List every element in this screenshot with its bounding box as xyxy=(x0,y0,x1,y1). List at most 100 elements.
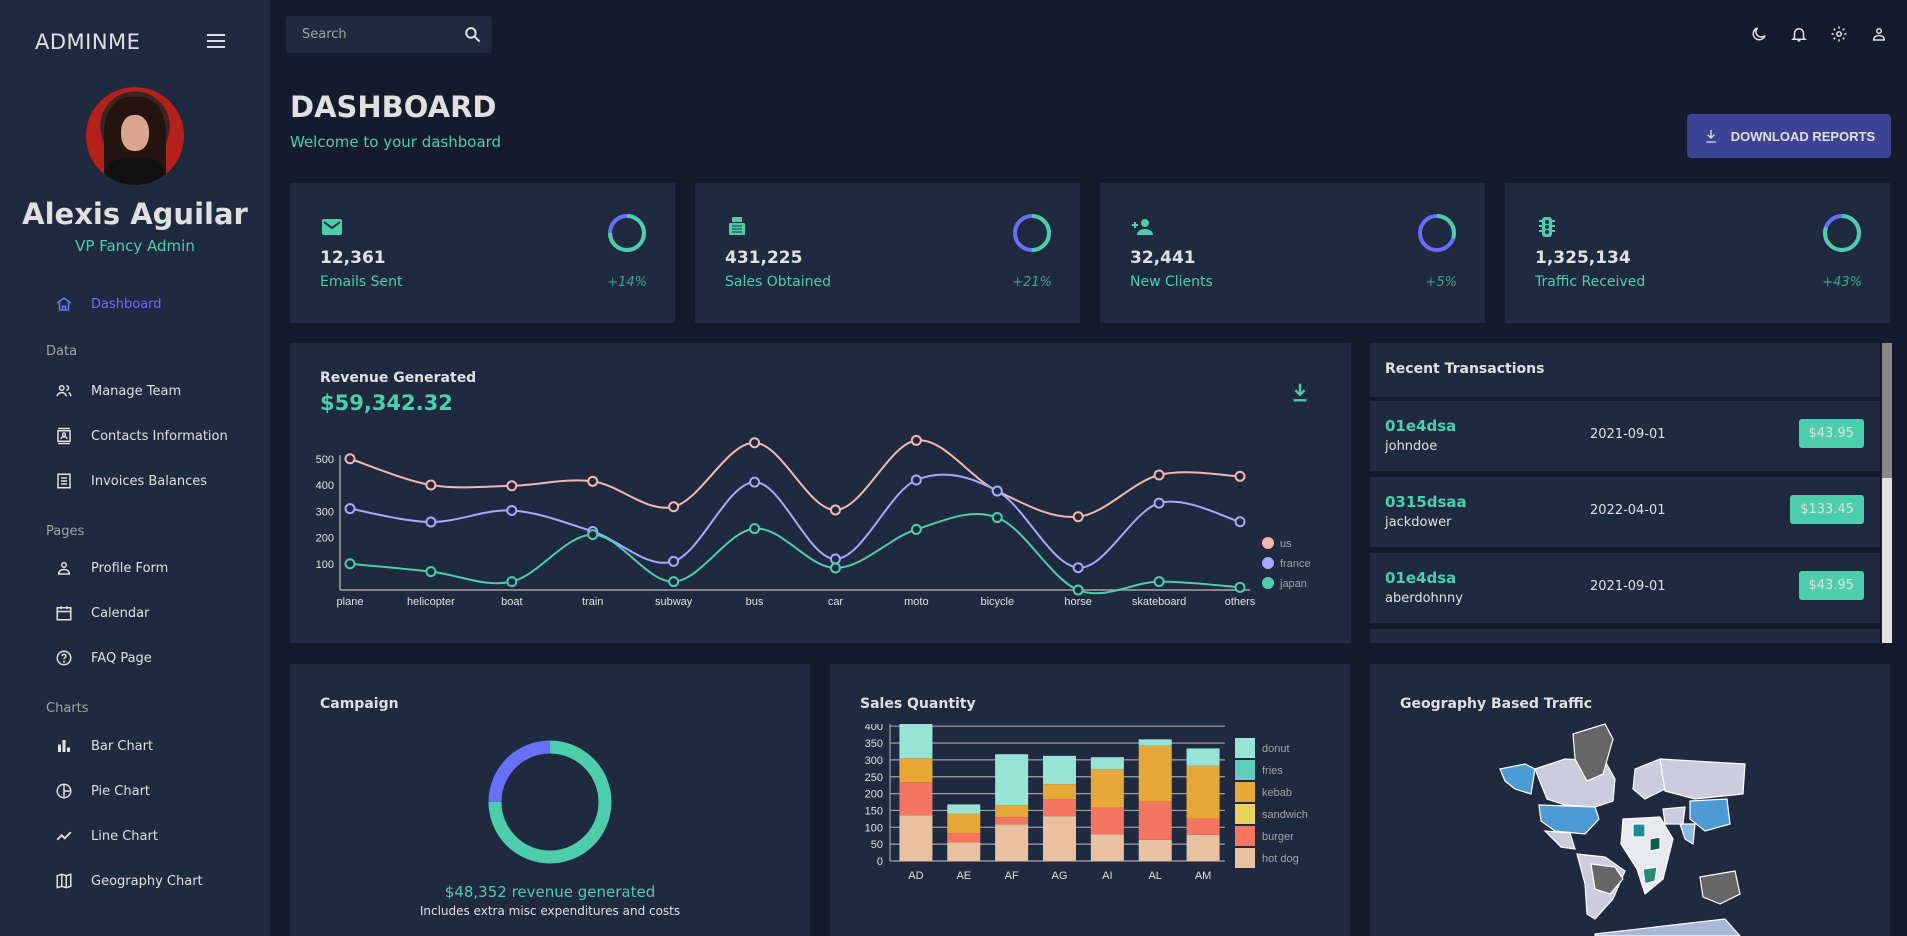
data-point-us[interactable] xyxy=(344,453,356,465)
data-point-japan[interactable] xyxy=(991,512,1003,524)
bar-donut[interactable] xyxy=(1090,757,1124,770)
data-point-france[interactable] xyxy=(910,474,922,486)
bar-donut[interactable] xyxy=(1138,739,1172,746)
geo-title: Geography Based Traffic xyxy=(1400,696,1593,712)
profile-icon[interactable] xyxy=(1867,22,1891,46)
download-reports-button[interactable]: DOWNLOAD REPORTS xyxy=(1687,114,1891,158)
menu-toggle-icon[interactable] xyxy=(207,34,225,48)
data-point-france[interactable] xyxy=(829,553,841,565)
bar-kebab[interactable] xyxy=(947,813,981,834)
data-point-us[interactable] xyxy=(668,501,680,513)
sidebar-item-profile-form[interactable]: Profile Form xyxy=(55,556,255,580)
sidebar-item-label: Calendar xyxy=(91,605,150,621)
search-input[interactable] xyxy=(286,16,456,53)
page-title: DASHBOARD xyxy=(290,90,497,124)
bar-kebab[interactable] xyxy=(1042,784,1077,800)
data-point-france[interactable] xyxy=(506,504,518,516)
bar-burger[interactable] xyxy=(1042,799,1077,817)
sidebar-item-bar-chart[interactable]: Bar Chart xyxy=(55,734,255,758)
bar-kebab[interactable] xyxy=(995,805,1029,818)
data-point-france[interactable] xyxy=(668,555,680,567)
data-point-france[interactable] xyxy=(1234,516,1246,528)
bar-burger[interactable] xyxy=(1090,807,1124,835)
transaction-row: 01e4dsa aberdohnny 2021-09-01 $43.95 xyxy=(1370,553,1880,623)
bar-burger[interactable] xyxy=(899,782,933,816)
bar-hot-dog[interactable] xyxy=(995,824,1029,861)
bar-donut[interactable] xyxy=(1186,748,1220,766)
data-point-japan[interactable] xyxy=(668,576,680,588)
bar-hot-dog[interactable] xyxy=(947,842,981,861)
transaction-id: 01e4dsa xyxy=(1385,417,1457,435)
sidebar-item-line-chart[interactable]: Line Chart xyxy=(55,824,255,848)
point-of-sale-icon xyxy=(725,215,749,239)
download-icon xyxy=(1706,130,1716,143)
y-tick-label: 100 xyxy=(316,559,334,571)
bar-hot-dog[interactable] xyxy=(1090,834,1124,861)
data-point-france[interactable] xyxy=(344,503,356,515)
data-point-japan[interactable] xyxy=(1234,581,1246,593)
data-point-france[interactable] xyxy=(1072,562,1084,574)
sidebar-item-manage-team[interactable]: Manage Team xyxy=(55,379,255,403)
bar-donut[interactable] xyxy=(995,754,1029,806)
bar-donut[interactable] xyxy=(947,804,981,814)
data-point-japan[interactable] xyxy=(1072,584,1084,596)
bar-burger[interactable] xyxy=(1138,801,1172,840)
revenue-line-chart: 100 200 300 400 500 plane helicopter boat train s… xyxy=(316,434,1311,608)
sidebar-item-calendar[interactable]: Calendar xyxy=(55,601,255,625)
data-point-us[interactable] xyxy=(910,434,922,446)
legend-swatch xyxy=(1235,804,1255,824)
data-point-japan[interactable] xyxy=(910,523,922,535)
y-tick-label: 300 xyxy=(865,755,883,767)
download-revenue-icon[interactable] xyxy=(1289,381,1311,403)
bar-hot-dog[interactable] xyxy=(899,815,933,861)
scrollbar-thumb[interactable] xyxy=(1882,343,1892,478)
data-point-japan[interactable] xyxy=(506,576,518,588)
data-point-us[interactable] xyxy=(425,479,437,491)
data-point-us[interactable] xyxy=(587,475,599,487)
data-point-france[interactable] xyxy=(1153,497,1165,509)
data-point-japan[interactable] xyxy=(829,562,841,574)
legend-label: us xyxy=(1280,538,1292,550)
data-point-us[interactable] xyxy=(1153,469,1165,481)
line-series-japan xyxy=(349,513,1241,595)
sidebar-item-dashboard[interactable]: Dashboard xyxy=(55,292,255,316)
dark-mode-icon[interactable] xyxy=(1747,22,1771,46)
bar-kebab[interactable] xyxy=(1090,769,1124,808)
bar-hot-dog[interactable] xyxy=(1042,816,1077,861)
data-point-france[interactable] xyxy=(991,485,1003,497)
data-point-japan[interactable] xyxy=(587,529,599,541)
data-point-japan[interactable] xyxy=(344,558,356,570)
bar-burger[interactable] xyxy=(995,817,1029,825)
sidebar-item-contacts[interactable]: Contacts Information xyxy=(55,424,255,448)
data-point-us[interactable] xyxy=(506,480,518,492)
bar-kebab[interactable] xyxy=(1186,765,1220,819)
search-icon[interactable] xyxy=(463,25,482,44)
data-point-japan[interactable] xyxy=(425,566,437,578)
data-point-us[interactable] xyxy=(1234,470,1246,482)
data-point-france[interactable] xyxy=(425,516,437,528)
data-point-japan[interactable] xyxy=(749,523,761,535)
y-tick-label: 400 xyxy=(865,724,883,733)
data-point-us[interactable] xyxy=(829,504,841,516)
settings-icon[interactable] xyxy=(1827,22,1851,46)
bar-burger[interactable] xyxy=(947,833,981,843)
sidebar-item-geography-chart[interactable]: Geography Chart xyxy=(55,869,255,893)
bar-burger[interactable] xyxy=(1186,818,1220,835)
data-point-japan[interactable] xyxy=(1153,576,1165,588)
bar-kebab[interactable] xyxy=(899,758,933,783)
bar-donut[interactable] xyxy=(899,724,933,759)
sidebar-item-invoices[interactable]: Invoices Balances xyxy=(55,469,255,493)
data-point-us[interactable] xyxy=(1072,511,1084,523)
bar-hot-dog[interactable] xyxy=(1186,834,1220,861)
sidebar-item-faq[interactable]: FAQ Page xyxy=(55,646,255,670)
data-point-us[interactable] xyxy=(749,437,761,449)
legend-swatch xyxy=(1235,826,1255,846)
bar-kebab[interactable] xyxy=(1138,745,1172,802)
sidebar-item-pie-chart[interactable]: Pie Chart xyxy=(55,779,255,803)
bar-donut[interactable] xyxy=(1042,755,1077,785)
transactions-scrollbar[interactable] xyxy=(1882,343,1892,643)
bar-hot-dog[interactable] xyxy=(1138,839,1172,861)
notifications-icon[interactable] xyxy=(1787,22,1811,46)
x-tick-label: skateboard xyxy=(1132,596,1186,608)
data-point-france[interactable] xyxy=(749,476,761,488)
